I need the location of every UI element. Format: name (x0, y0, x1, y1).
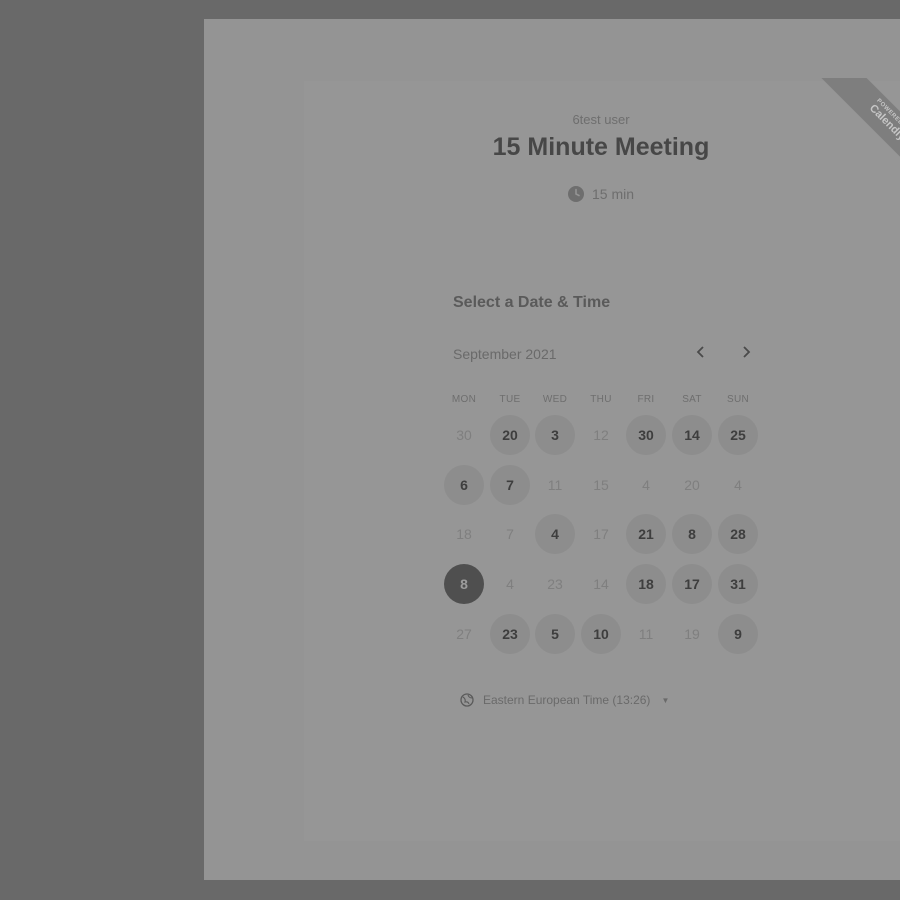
select-date-heading: Select a Date & Time (453, 294, 611, 311)
unavailable-day: 4 (734, 477, 742, 493)
unavailable-day: 7 (506, 526, 514, 542)
event-title: 15 Minute Meeting (492, 133, 710, 161)
unavailable-day: 11 (547, 477, 563, 493)
globe-icon (460, 693, 474, 707)
available-day[interactable]: 5 (535, 614, 575, 654)
unavailable-day: 14 (593, 576, 609, 592)
available-day[interactable]: 14 (672, 415, 712, 455)
chevron-right-icon (743, 346, 751, 358)
available-day[interactable]: 20 (490, 415, 530, 455)
available-day[interactable]: 8 (672, 514, 712, 554)
weekday-label: WED (542, 394, 568, 405)
unavailable-day: 4 (642, 477, 650, 493)
prev-month-button[interactable] (690, 341, 712, 363)
available-day[interactable]: 21 (626, 514, 666, 554)
host-name: 6test user (572, 112, 630, 127)
available-day[interactable]: 7 (490, 465, 530, 505)
unavailable-day: 30 (456, 427, 472, 443)
next-month-button[interactable] (735, 341, 757, 363)
weekday-label: MON (451, 394, 477, 405)
unavailable-day: 12 (593, 427, 609, 443)
timezone-selector[interactable]: Eastern European Time (13:26) ▼ (460, 693, 669, 707)
badge-brand-text: Calendly (866, 102, 900, 144)
unavailable-day: 18 (456, 526, 472, 542)
weekday-label: SUN (726, 394, 749, 405)
unavailable-day: 27 (456, 626, 472, 642)
duration-label: 15 min (591, 186, 635, 202)
unavailable-day: 20 (684, 477, 700, 493)
available-day[interactable]: 28 (718, 514, 758, 554)
available-day[interactable]: 6 (444, 465, 484, 505)
available-day[interactable]: 25 (718, 415, 758, 455)
booking-panel: POWERED BY Calendly 6test user 15 Minute… (204, 19, 900, 880)
available-day[interactable]: 31 (718, 564, 758, 604)
clock-icon (567, 186, 584, 202)
available-day[interactable]: 23 (490, 614, 530, 654)
weekday-label: SAT (682, 394, 702, 405)
unavailable-day: 17 (593, 526, 609, 542)
timezone-label: Eastern European Time (13:26) (483, 693, 651, 707)
available-day[interactable]: 10 (581, 614, 621, 654)
selected-day[interactable]: 8 (444, 564, 484, 604)
caret-down-icon: ▼ (661, 695, 670, 705)
weekday-label: THU (590, 394, 612, 405)
weekday-label: FRI (637, 394, 655, 405)
chevron-left-icon (696, 346, 704, 358)
unavailable-day: 23 (547, 576, 563, 592)
available-day[interactable]: 4 (535, 514, 575, 554)
weekday-label: TUE (499, 394, 521, 405)
available-day[interactable]: 30 (626, 415, 666, 455)
unavailable-day: 4 (506, 576, 514, 592)
available-day[interactable]: 9 (718, 614, 758, 654)
unavailable-day: 11 (638, 626, 654, 642)
available-day[interactable]: 17 (672, 564, 712, 604)
unavailable-day: 15 (593, 477, 609, 493)
event-duration: 15 min (204, 186, 900, 202)
unavailable-day: 19 (684, 626, 700, 642)
available-day[interactable]: 18 (626, 564, 666, 604)
available-day[interactable]: 3 (535, 415, 575, 455)
month-label: September 2021 (453, 346, 557, 362)
